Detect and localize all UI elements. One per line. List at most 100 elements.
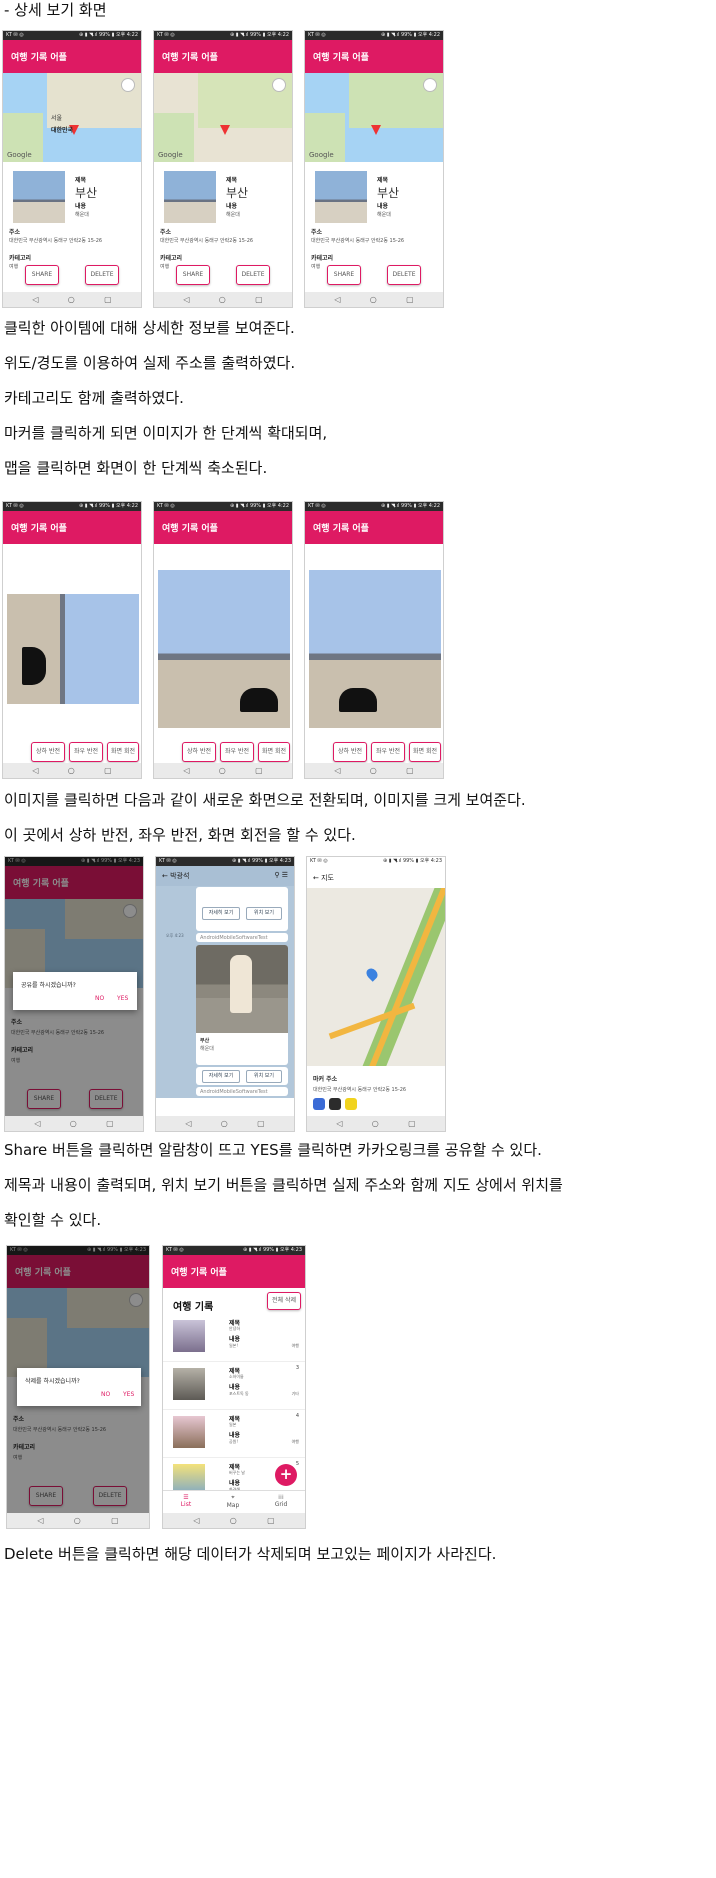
rotate-button[interactable]: 화면 회전 (107, 742, 139, 762)
full-image[interactable] (309, 570, 441, 728)
map-view[interactable]: Google (305, 73, 443, 162)
back-icon[interactable]: ◁ (336, 1119, 342, 1128)
back-icon[interactable]: ◁ (193, 1516, 199, 1525)
marker-icon[interactable] (220, 125, 230, 135)
recent-icon[interactable]: ▢ (406, 295, 414, 304)
flip-vertical-button[interactable]: 상하 반전 (182, 742, 216, 762)
map-view[interactable]: Google (154, 73, 292, 162)
recent-icon[interactable]: ▢ (255, 295, 263, 304)
home-icon[interactable]: ○ (221, 1119, 228, 1128)
share-button[interactable]: SHARE (176, 265, 210, 285)
back-icon[interactable]: ◁ (32, 295, 38, 304)
paragraph: 카테고리도 함께 출력하였다. (4, 389, 184, 407)
back-icon[interactable]: ◁ (334, 766, 340, 775)
home-icon[interactable]: ○ (370, 766, 377, 775)
list-item[interactable]: 4 제목 일본 내용 공원! 여행 (163, 1410, 305, 1458)
share-button[interactable]: SHARE (327, 265, 361, 285)
street-map[interactable] (307, 888, 445, 1066)
home-icon[interactable]: ○ (219, 295, 226, 304)
system-nav: ◁ ○ ▢ (3, 763, 141, 778)
delete-button[interactable]: DELETE (85, 265, 119, 285)
delete-all-button[interactable]: 전체 삭제 (267, 1292, 301, 1310)
menu-icon[interactable]: ⚲ ☰ (274, 871, 288, 879)
location-button[interactable]: 위치 보기 (246, 907, 282, 920)
delete-button[interactable]: DELETE (387, 265, 421, 285)
home-icon[interactable]: ○ (370, 295, 377, 304)
recent-icon[interactable]: ▢ (408, 1119, 416, 1128)
back-icon[interactable]: ◁ (334, 295, 340, 304)
detail-category: 여행 (9, 264, 19, 270)
card-title: 부산 (200, 1038, 210, 1044)
app-title: 여행 기록 어플 (163, 1255, 305, 1288)
recent-icon[interactable]: ▢ (257, 1119, 265, 1128)
recent-icon[interactable]: ▢ (255, 766, 263, 775)
home-icon[interactable]: ○ (70, 1119, 77, 1128)
kakao-card-top: 자세히 보기 위치 보기 (196, 887, 288, 931)
rotate-button[interactable]: 화면 회전 (258, 742, 290, 762)
back-icon[interactable]: ◁ (32, 766, 38, 775)
full-image[interactable] (158, 570, 290, 728)
back-icon[interactable]: ◁ (34, 1119, 40, 1128)
my-location-icon[interactable] (423, 78, 437, 92)
full-image[interactable] (7, 594, 139, 704)
detail-thumbnail[interactable] (13, 171, 65, 223)
home-icon[interactable]: ○ (68, 295, 75, 304)
share-button[interactable]: SHARE (25, 265, 59, 285)
recent-icon[interactable]: ▢ (406, 766, 414, 775)
my-location-icon[interactable] (121, 78, 135, 92)
home-icon[interactable]: ○ (68, 766, 75, 775)
dialog-no-button[interactable]: NO (95, 995, 104, 1002)
marker-icon[interactable] (371, 125, 381, 135)
back-icon[interactable]: ◁ (185, 1119, 191, 1128)
recent-icon[interactable]: ▢ (104, 295, 112, 304)
map-view[interactable]: 서울 대한민국 Google (3, 73, 141, 162)
app-name: AndroidMobileSoftwareTest (196, 1087, 288, 1096)
chat-input[interactable] (156, 1098, 294, 1116)
list-item[interactable]: 제목 안녕하 내용 일본! 여행 (163, 1314, 305, 1362)
recent-icon[interactable]: ▢ (106, 1119, 114, 1128)
flip-vertical-button[interactable]: 상하 반전 (333, 742, 367, 762)
add-icon[interactable]: + (275, 1464, 297, 1486)
back-icon[interactable]: ◁ (37, 1516, 43, 1525)
detail-thumbnail[interactable] (315, 171, 367, 223)
flip-horizontal-button[interactable]: 좌우 반전 (69, 742, 103, 762)
home-icon[interactable]: ○ (74, 1516, 81, 1525)
chat-time: 오후 4:23 (166, 933, 184, 938)
back-arrow-icon[interactable]: ← (313, 874, 321, 882)
back-icon[interactable]: ◁ (183, 766, 189, 775)
home-icon[interactable]: ○ (372, 1119, 379, 1128)
app-icon[interactable] (345, 1098, 357, 1110)
recent-icon[interactable]: ▢ (111, 1516, 119, 1525)
dialog-yes-button[interactable]: YES (123, 1391, 134, 1398)
tab-grid[interactable]: ⁞⁞⁞ Grid (275, 1494, 288, 1514)
list-item[interactable]: 3 제목 소하이룽 내용 포스트독 동 기타 (163, 1362, 305, 1410)
dialog-yes-button[interactable]: YES (117, 995, 128, 1002)
flip-horizontal-button[interactable]: 좌우 반전 (371, 742, 405, 762)
location-button[interactable]: 위치 보기 (246, 1070, 282, 1083)
tab-list[interactable]: ☰ List (181, 1494, 192, 1514)
recent-icon[interactable]: ▢ (104, 766, 112, 775)
system-nav: ◁ ○ ▢ (307, 1116, 445, 1131)
flip-horizontal-button[interactable]: 좌우 반전 (220, 742, 254, 762)
delete-button[interactable]: DELETE (236, 265, 270, 285)
phone-image-view: KT ✉ ◎ ⊕ ▮ ◥.ıl 99% ▮ 오후 4:22 여행 기록 어플 상하 반… (153, 501, 293, 779)
location-marker-icon[interactable] (364, 966, 380, 982)
detail-button[interactable]: 자세히 보기 (202, 907, 240, 920)
home-icon[interactable]: ○ (230, 1516, 237, 1525)
my-location-icon[interactable] (272, 78, 286, 92)
kakao-card[interactable]: 부산 해운대 (196, 945, 288, 1065)
back-arrow-icon[interactable]: ← (162, 872, 168, 880)
recent-icon[interactable]: ▢ (267, 1516, 275, 1525)
app-icon[interactable] (313, 1098, 325, 1110)
marker-label: 마커 주소 (313, 1076, 338, 1083)
tab-map[interactable]: ⌖ Map (227, 1494, 240, 1514)
detail-button[interactable]: 자세히 보기 (202, 1070, 240, 1083)
home-icon[interactable]: ○ (219, 766, 226, 775)
rotate-button[interactable]: 화면 회전 (409, 742, 441, 762)
flip-vertical-button[interactable]: 상하 반전 (31, 742, 65, 762)
detail-thumbnail[interactable] (164, 171, 216, 223)
app-icon[interactable] (329, 1098, 341, 1110)
dialog-no-button[interactable]: NO (101, 1391, 110, 1398)
back-icon[interactable]: ◁ (183, 295, 189, 304)
status-bar: KT ✉ ◎ ⊕ ▮ ◥.ıl 99% ▮ 오후 4:23 (307, 857, 445, 866)
